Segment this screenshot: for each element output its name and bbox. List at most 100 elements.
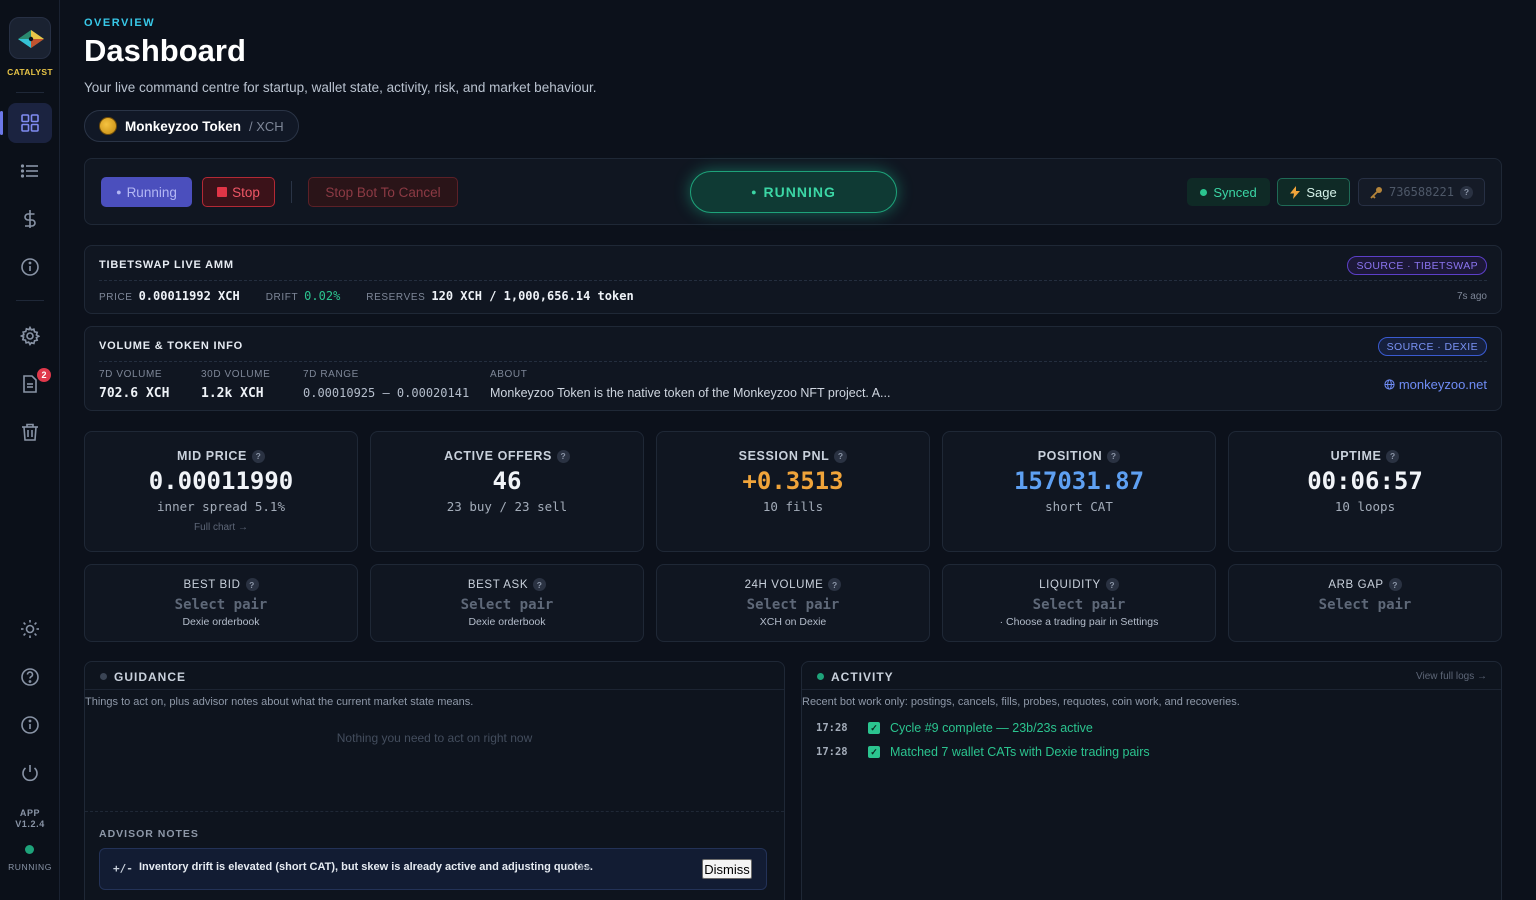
card-value: Select pair [1032, 597, 1126, 613]
drift-label: DRIFT [265, 292, 299, 303]
help-icon[interactable]: ? [1388, 578, 1402, 591]
sidebar-item-theme[interactable] [8, 609, 52, 649]
token-coin-icon [99, 117, 117, 135]
activity-title: ACTIVITY [831, 670, 894, 684]
help-icon[interactable]: ? [1460, 185, 1474, 199]
page-eyebrow: OVERVIEW [84, 17, 156, 29]
sidebar-item-settings[interactable] [8, 316, 52, 356]
card-title: UPTIME? [1229, 449, 1501, 463]
stop-bot-to-cancel-button[interactable]: Stop Bot To Cancel [308, 177, 458, 207]
activity-message: Cycle #9 complete — 23b/23s active [890, 721, 1093, 735]
card-value: 0.00011990 [148, 467, 294, 495]
card-subtext: short CAT [1045, 499, 1113, 514]
volume-panel: VOLUME & TOKEN INFO SOURCE · DEXIE 7D VO… [84, 326, 1502, 411]
card-subtext: · Choose a trading pair in Settings [999, 616, 1159, 628]
view-full-logs-link[interactable]: View full logs → [1416, 671, 1487, 682]
card-title: BEST ASK? [371, 578, 643, 591]
power-icon [22, 765, 38, 782]
sidebar-item-info[interactable] [8, 247, 52, 287]
sidebar-item-power[interactable] [8, 753, 52, 793]
running-button-label: Running [126, 184, 177, 200]
help-icon[interactable]: ? [834, 449, 848, 463]
session-pnl-card: SESSION PNL? +0.3513 10 fills [656, 431, 930, 552]
guidance-header: GUIDANCE [85, 662, 784, 690]
card-title: MID PRICE? [85, 449, 357, 463]
card-title-label: MID PRICE [177, 449, 247, 463]
dot-icon: ● [116, 187, 122, 197]
sidebar-item-logs[interactable]: 2 [8, 364, 52, 404]
24h-volume-card: 24H VOLUME? Select pair XCH on Dexie [656, 564, 930, 642]
help-icon[interactable]: ? [1386, 449, 1400, 463]
amm-title: TIBETSWAP LIVE AMM [99, 259, 234, 271]
range-7d-label: 7D RANGE [303, 369, 359, 380]
full-chart-link[interactable]: Full chart → [85, 522, 357, 533]
liquidity-card: LIQUIDITY? Select pair · Choose a trading … [942, 564, 1216, 642]
card-title-label: BEST ASK [467, 578, 529, 591]
guidance-empty-message: Nothing you need to act on right now [336, 731, 533, 745]
sidebar-item-help[interactable] [8, 657, 52, 697]
card-subtext: Dexie orderbook [468, 616, 546, 628]
card-value: Select pair [1318, 597, 1412, 613]
wallet-chip[interactable]: Sage [1277, 178, 1350, 206]
card-value: +0.3513 [742, 467, 844, 495]
app-version-label: APP [19, 808, 41, 818]
dismiss-button[interactable]: Dismiss [702, 859, 752, 879]
best-ask-card: BEST ASK? Select pair Dexie orderbook [370, 564, 644, 642]
fingerprint-chip[interactable]: 736588221 ? [1358, 178, 1485, 206]
fingerprint-value: 736588221 [1388, 185, 1455, 199]
stop-button-label: Stop [232, 184, 260, 200]
help-icon[interactable]: ? [1107, 449, 1121, 463]
card-title: LIQUIDITY? [943, 578, 1215, 591]
guidance-dot-icon [100, 673, 107, 680]
card-value: 157031.87 [1013, 467, 1145, 495]
running-indicator-dot [25, 845, 34, 854]
amm-updated-time: 7s ago [1456, 291, 1487, 302]
dot-icon: ● [751, 187, 758, 197]
activity-time: 17:28 [816, 722, 848, 734]
app-logo[interactable] [9, 17, 51, 59]
volume-30d-label: 30D VOLUME [201, 369, 271, 380]
sidebar-item-list[interactable] [8, 151, 52, 191]
wallet-label: Sage [1306, 184, 1337, 200]
card-title-label: 24H VOLUME [744, 578, 824, 591]
help-icon[interactable]: ? [245, 578, 259, 591]
activity-entry: 17:28 ✓ Matched 7 wallet CATs with Dexie… [816, 745, 1150, 759]
bot-control-panel: ● Running Stop Stop Bot To Cancel ● RUNN… [84, 158, 1502, 225]
advisor-note-pager[interactable]: 1 / 2 ▸ [565, 862, 591, 873]
control-divider [291, 181, 292, 203]
activity-header: ACTIVITY View full logs → [802, 662, 1501, 690]
info-icon [21, 258, 39, 276]
sidebar-item-trades[interactable] [8, 199, 52, 239]
website-link[interactable]: monkeyzoo.net [1384, 377, 1487, 392]
help-icon[interactable]: ? [252, 449, 265, 463]
help-icon[interactable]: ? [828, 578, 842, 591]
card-value: Select pair [174, 597, 268, 613]
volume-source-badge: SOURCE · DEXIE [1377, 337, 1487, 356]
running-button[interactable]: ● Running [101, 177, 192, 207]
check-icon: ✓ [868, 746, 880, 758]
amm-source-badge: SOURCE · TIBETSWAP [1347, 256, 1487, 275]
synced-dot-icon [1200, 188, 1208, 196]
sidebar: CATALYST 2 APP V1.2.4 RUNNING [0, 0, 60, 900]
page-title: Dashboard [84, 33, 246, 68]
info-icon [21, 716, 39, 734]
running-status-pill: ● RUNNING [690, 171, 897, 213]
sidebar-item-trash[interactable] [8, 412, 52, 452]
help-icon[interactable]: ? [533, 578, 547, 591]
card-title: ARB GAP? [1229, 578, 1501, 591]
synced-chip[interactable]: Synced [1187, 178, 1270, 206]
guidance-panel: GUIDANCE Things to act on, plus advisor … [84, 661, 785, 900]
volume-7d-value: 702.6 XCH [99, 386, 170, 401]
card-title-label: UPTIME [1330, 449, 1382, 463]
volume-30d: 30D VOLUME 1.2k XCH [201, 369, 270, 402]
about-label: ABOUT [490, 369, 528, 380]
sidebar-item-about[interactable] [8, 705, 52, 745]
list-icon [20, 164, 38, 178]
check-icon: ✓ [868, 722, 880, 734]
token-selector[interactable]: Monkeyzoo Token / XCH [84, 110, 299, 142]
help-icon[interactable]: ? [1105, 578, 1119, 591]
stop-button[interactable]: Stop [202, 177, 275, 207]
help-icon[interactable]: ? [556, 449, 570, 463]
token-pair: / XCH [249, 118, 284, 134]
sidebar-item-dashboard[interactable] [0, 103, 52, 143]
